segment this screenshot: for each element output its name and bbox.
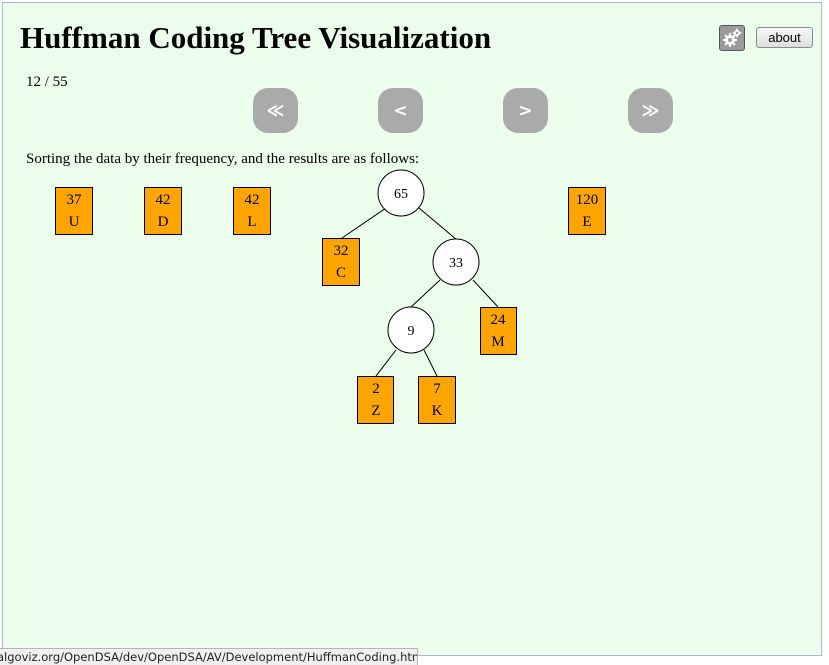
- leaf-letter: U: [69, 214, 80, 230]
- leaf-node-c: 32 C: [322, 238, 360, 286]
- browser-status-bar: algoviz.org/OpenDSA/dev/OpenDSA/AV/Devel…: [0, 648, 418, 665]
- leaf-weight: 7: [433, 381, 441, 397]
- leaf-weight: 32: [334, 243, 349, 259]
- leaf-weight: 120: [576, 192, 599, 208]
- leaf-weight: 37: [67, 192, 83, 208]
- edge-65-32: [341, 207, 387, 239]
- leaf-node-l: 42 L: [233, 187, 271, 235]
- leaf-letter: K: [432, 403, 443, 419]
- leaf-node-u: 37 U: [55, 187, 93, 235]
- status-url: algoviz.org/OpenDSA/dev/OpenDSA/AV/Devel…: [0, 650, 418, 664]
- node-weight: 33: [449, 256, 463, 271]
- huffman-forest: 37 U 42 D 42 L 120 E 65 32 C 33 9 24 M 2…: [55, 169, 606, 424]
- leaf-letter: E: [582, 214, 591, 230]
- node-weight: 9: [408, 324, 415, 339]
- leaf-letter: D: [158, 214, 169, 230]
- edge-9-2: [375, 349, 397, 377]
- edge-9-7: [423, 349, 438, 377]
- leaf-node-k: 7 K: [418, 376, 456, 424]
- edge-33-24: [472, 279, 499, 308]
- edge-33-9: [410, 279, 441, 308]
- leaf-letter: Z: [371, 403, 380, 419]
- leaf-weight: 24: [491, 312, 507, 328]
- leaf-node-e: 120 E: [568, 187, 606, 235]
- internal-node-65: 65: [377, 169, 425, 217]
- internal-node-33: 33: [432, 238, 480, 286]
- leaf-node-m: 24 M: [480, 307, 517, 355]
- leaf-letter: C: [336, 265, 346, 281]
- internal-node-9: 9: [387, 306, 435, 354]
- leaf-letter: L: [247, 214, 256, 230]
- node-weight: 65: [394, 187, 408, 202]
- leaf-weight: 42: [245, 192, 260, 208]
- leaf-node-z: 2 Z: [357, 376, 394, 424]
- edge-65-33: [418, 207, 458, 241]
- leaf-letter: M: [491, 334, 504, 350]
- leaf-node-d: 42 D: [144, 187, 182, 235]
- leaf-weight: 42: [156, 192, 171, 208]
- leaf-weight: 2: [372, 381, 380, 397]
